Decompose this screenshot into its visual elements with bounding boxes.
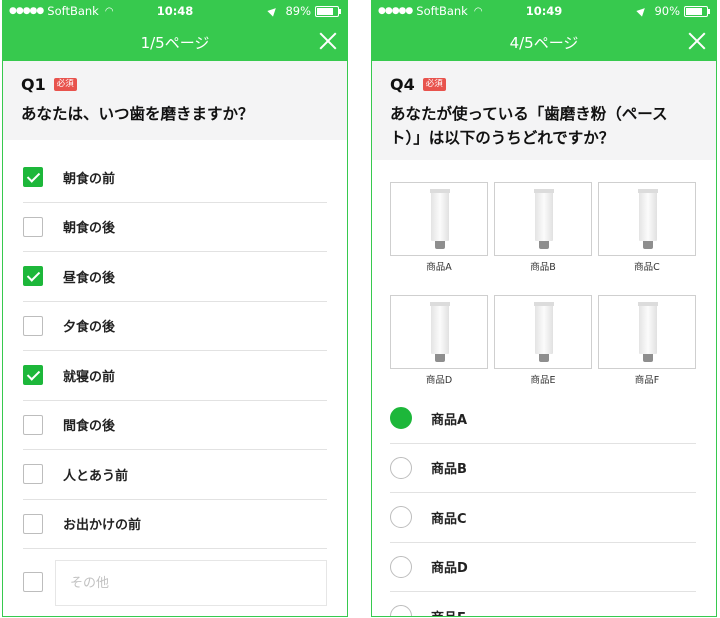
location-icon (636, 5, 649, 17)
product-image-grid: 商品A 商品B 商品C 商品D 商品E 商品F (390, 182, 696, 402)
page-indicator: 1/5ページ (140, 34, 210, 52)
close-icon[interactable] (319, 32, 337, 50)
radio-option[interactable]: 商品D (390, 543, 696, 592)
radio-option[interactable]: 商品E (390, 592, 696, 616)
product-card[interactable]: 商品F (598, 295, 696, 402)
toothpaste-tube-image[interactable] (598, 182, 696, 256)
status-bar: ●●●●● SoftBank ◠ 10:48 89% (3, 0, 347, 22)
other-option (23, 560, 327, 606)
product-card[interactable]: 商品E (494, 295, 592, 402)
checkbox-option[interactable]: 就寝の前 (23, 351, 327, 401)
question-number: Q1 (21, 75, 46, 94)
radio-unselected-icon[interactable] (390, 456, 412, 479)
checkbox-option[interactable]: 朝食の前 (23, 153, 327, 203)
other-text-input[interactable] (55, 560, 327, 606)
checkbox-option[interactable]: 人とあう前 (23, 450, 327, 500)
question-number: Q4 (390, 75, 415, 94)
option-label: 昼食の後 (63, 270, 116, 286)
checkbox-option[interactable]: 間食の後 (23, 401, 327, 450)
radio-option-list: 商品A 商品B 商品C 商品D 商品E (390, 394, 696, 616)
toothpaste-tube-image[interactable] (390, 182, 488, 256)
toothpaste-tube-image[interactable] (494, 182, 592, 256)
product-card[interactable]: 商品C (598, 182, 696, 289)
question-header: Q1 必須 あなたは、いつ歯を磨きますか？ (3, 61, 347, 140)
product-card[interactable]: 商品B (494, 182, 592, 289)
product-card[interactable]: 商品A (390, 182, 488, 289)
status-bar: ●●●●● SoftBank ◠ 10:49 90% (372, 0, 716, 22)
unchecked-checkbox-icon[interactable] (23, 464, 43, 485)
checkbox-option[interactable]: 夕食の後 (23, 302, 327, 351)
phone-screen-q4: ●●●●● SoftBank ◠ 10:49 90% 4/5ページ Q4 必須 … (371, 0, 717, 617)
question-text: あなたは、いつ歯を磨きますか？ (21, 105, 254, 123)
product-label: 商品B (530, 262, 556, 273)
toothpaste-tube-image[interactable] (390, 295, 488, 369)
radio-option[interactable]: 商品B (390, 444, 696, 493)
checkbox-option-list: 朝食の前朝食の後昼食の後夕食の後就寝の前間食の後人とあう前お出かけの前 (23, 153, 327, 549)
battery-percent: 90% (654, 4, 680, 18)
option-label: 朝食の後 (63, 221, 116, 237)
toothpaste-tube-image[interactable] (494, 295, 592, 369)
close-icon[interactable] (688, 32, 706, 50)
location-icon (267, 5, 280, 17)
toothpaste-tube-image[interactable] (598, 295, 696, 369)
radio-unselected-icon[interactable] (390, 555, 412, 578)
option-label: 朝食の前 (63, 171, 116, 187)
checkbox-option[interactable]: 朝食の後 (23, 203, 327, 252)
option-label: 商品A (431, 412, 468, 428)
question-text: あなたが使っている「歯磨き粉（ペースト）」は以下のうちどれですか？ (390, 105, 668, 147)
option-label: 就寝の前 (63, 369, 116, 385)
nav-bar: 1/5ページ (3, 22, 347, 61)
checkbox-option[interactable]: 昼食の後 (23, 252, 327, 302)
option-label: 商品D (431, 561, 468, 577)
required-badge: 必須 (422, 78, 446, 91)
product-label: 商品A (426, 262, 452, 273)
unchecked-checkbox-icon[interactable] (23, 216, 43, 237)
battery-percent: 89% (285, 4, 311, 18)
checked-checkbox-icon[interactable] (23, 167, 43, 188)
option-label: お出かけの前 (63, 518, 142, 534)
unchecked-checkbox-icon[interactable] (23, 414, 43, 435)
product-label: 商品C (634, 262, 660, 273)
option-label: 商品E (431, 607, 466, 616)
radio-option[interactable]: 商品A (390, 394, 696, 444)
option-label: 商品B (431, 462, 467, 478)
checked-checkbox-icon[interactable] (23, 365, 43, 386)
option-label: 商品C (431, 511, 467, 527)
radio-unselected-icon[interactable] (390, 506, 412, 529)
option-label: 人とあう前 (63, 468, 129, 484)
other-checkbox[interactable] (23, 572, 43, 592)
checkbox-option[interactable]: お出かけの前 (23, 500, 327, 549)
phone-screen-q1: ●●●●● SoftBank ◠ 10:48 89% 1/5ページ Q1 必須 … (2, 0, 348, 617)
unchecked-checkbox-icon[interactable] (23, 513, 43, 534)
radio-unselected-icon[interactable] (390, 605, 412, 616)
page-indicator: 4/5ページ (509, 34, 579, 52)
radio-option[interactable]: 商品C (390, 493, 696, 543)
radio-selected-icon[interactable] (390, 407, 412, 430)
unchecked-checkbox-icon[interactable] (23, 315, 43, 336)
nav-bar: 4/5ページ (372, 22, 716, 61)
option-label: 夕食の後 (63, 320, 116, 336)
battery-icon (315, 5, 341, 17)
option-label: 間食の後 (63, 419, 116, 435)
battery-icon (684, 5, 710, 17)
product-card[interactable]: 商品D (390, 295, 488, 402)
checked-checkbox-icon[interactable] (23, 266, 43, 287)
question-header: Q4 必須 あなたが使っている「歯磨き粉（ペースト）」は以下のうちどれですか？ (372, 61, 716, 160)
required-badge: 必須 (53, 78, 77, 91)
